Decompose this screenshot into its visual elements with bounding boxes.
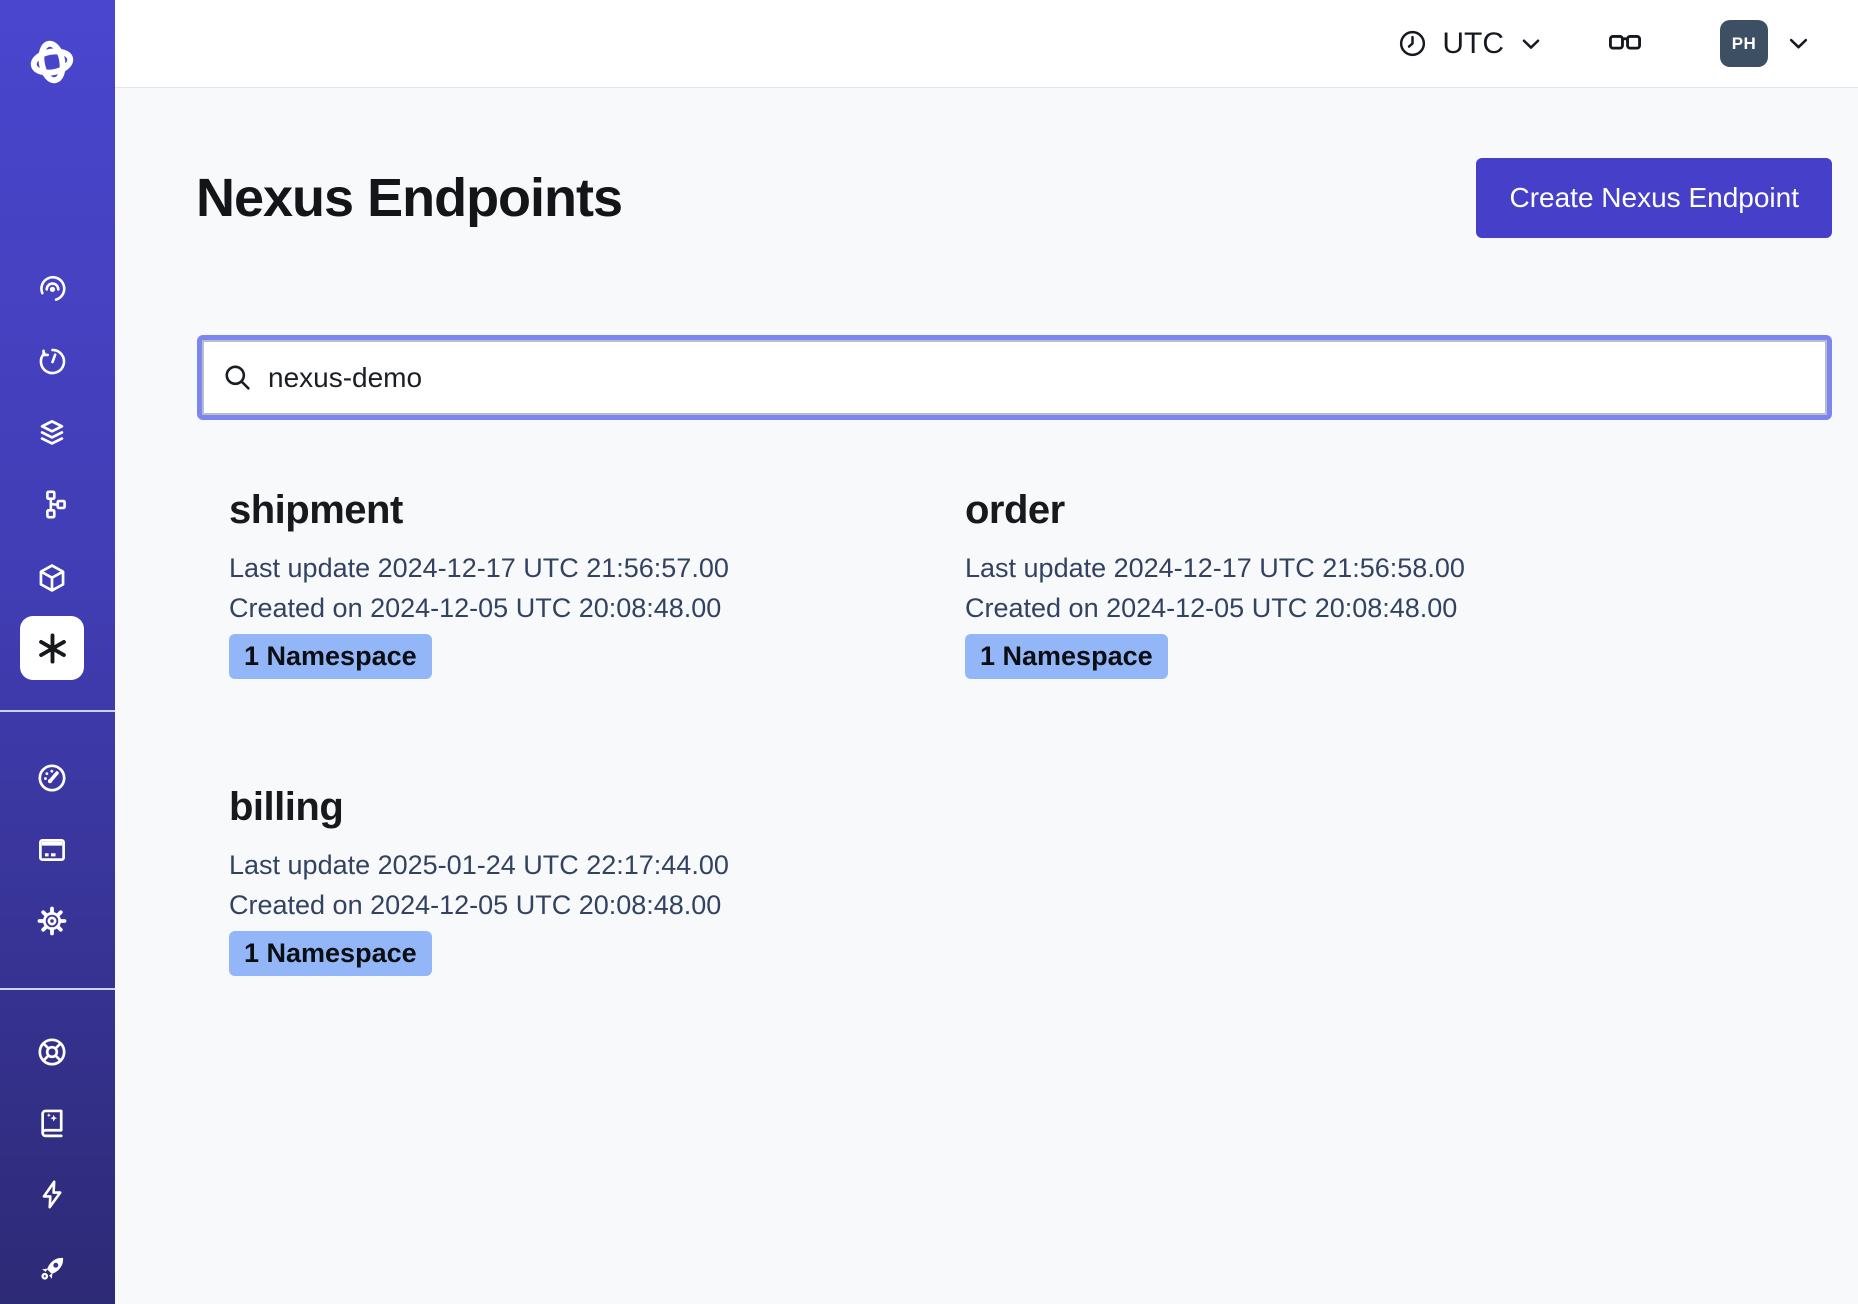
quickstart-lightning-icon[interactable] — [0, 1178, 104, 1211]
endpoint-last-update: Last update 2024-12-17 UTC 21:56:58.00 — [965, 548, 1668, 588]
glasses-icon — [1606, 25, 1644, 63]
endpoint-name: shipment — [229, 486, 932, 534]
endpoint-created: Created on 2024-12-05 UTC 20:08:48.00 — [229, 885, 932, 925]
worker-deployments-branch-icon[interactable] — [0, 488, 104, 521]
temporal-logo[interactable] — [0, 36, 104, 88]
endpoint-last-update: Last update 2025-01-24 UTC 22:17:44.00 — [229, 845, 932, 885]
endpoint-name: billing — [229, 783, 932, 831]
page-title: Nexus Endpoints — [196, 168, 622, 228]
support-lifering-icon[interactable] — [0, 1035, 104, 1069]
avatar: PH — [1720, 20, 1768, 67]
endpoint-card[interactable]: order Last update 2024-12-17 UTC 21:56:5… — [932, 486, 1668, 679]
endpoint-card[interactable]: shipment Last update 2024-12-17 UTC 21:5… — [196, 486, 932, 679]
topbar: UTC PH — [115, 0, 1858, 88]
namespace-count-badge: 1 Namespace — [229, 634, 432, 679]
search-input[interactable] — [268, 362, 1807, 394]
create-nexus-endpoint-button[interactable]: Create Nexus Endpoint — [1476, 158, 1832, 238]
endpoint-created: Created on 2024-12-05 UTC 20:08:48.00 — [229, 588, 932, 628]
namespace-count-badge: 1 Namespace — [229, 931, 432, 976]
usage-gauge-icon[interactable] — [0, 761, 104, 795]
settings-gear-icon[interactable] — [0, 904, 104, 938]
account-menu[interactable]: PH — [1720, 20, 1812, 67]
chevron-down-icon — [1518, 31, 1544, 57]
docs-book-icon[interactable] — [0, 1106, 104, 1140]
chevron-down-icon — [1785, 30, 1812, 57]
search-box — [197, 335, 1832, 420]
timezone-selector[interactable]: UTC — [1397, 27, 1544, 61]
endpoint-created: Created on 2024-12-05 UTC 20:08:48.00 — [965, 588, 1668, 628]
nexus-asterisk-icon[interactable] — [20, 616, 84, 680]
endpoint-card[interactable]: billing Last update 2025-01-24 UTC 22:17… — [196, 783, 932, 976]
search-icon — [222, 362, 253, 393]
sidebar-divider — [0, 988, 115, 990]
sidebar-divider — [0, 710, 115, 712]
batch-layers-icon[interactable] — [0, 416, 104, 450]
deployments-cube-icon[interactable] — [0, 561, 104, 595]
namespaces-spiral-icon[interactable] — [0, 272, 104, 305]
endpoint-name: order — [965, 486, 1668, 534]
namespace-count-badge: 1 Namespace — [965, 634, 1168, 679]
endpoint-last-update: Last update 2024-12-17 UTC 21:56:57.00 — [229, 548, 932, 588]
sidebar — [0, 0, 115, 1304]
endpoint-card-grid: shipment Last update 2024-12-17 UTC 21:5… — [196, 486, 1668, 976]
billing-card-icon[interactable] — [0, 833, 104, 867]
labs-toggle[interactable] — [1606, 25, 1644, 63]
getting-started-rocket-icon[interactable] — [0, 1251, 104, 1286]
schedules-timer-icon[interactable] — [0, 345, 104, 378]
clock-icon — [1397, 28, 1428, 59]
timezone-label: UTC — [1442, 27, 1504, 61]
